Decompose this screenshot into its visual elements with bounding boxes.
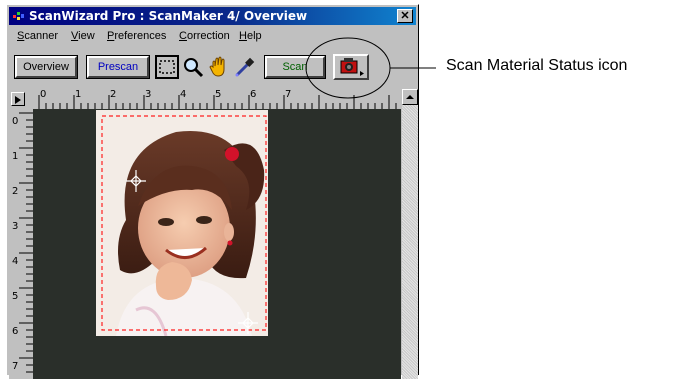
menu-view[interactable]: View	[71, 30, 95, 42]
h-ruler-label: 6	[250, 89, 257, 100]
menu-correction-label: orrection	[186, 30, 230, 42]
h-ruler-label: 5	[215, 89, 222, 100]
horizontal-ruler: 0 1 2 3 4 5 6 7	[9, 89, 401, 109]
close-button[interactable]: ✕	[397, 9, 413, 23]
menu-help[interactable]: Help	[239, 30, 262, 42]
vertical-scrollbar[interactable]	[402, 89, 418, 379]
callout-label: Scan Material Status icon	[446, 57, 628, 74]
v-ruler-label: 0	[12, 116, 19, 127]
menu-help-mnemonic: H	[239, 30, 247, 42]
pan-tool[interactable]	[207, 55, 231, 79]
zoom-tool[interactable]	[181, 55, 205, 79]
window-title: ScanWizard Pro : ScanMaker 4/ Overview	[29, 9, 308, 23]
selection-frame-icon	[159, 60, 175, 74]
h-ruler-label: 2	[110, 89, 117, 100]
selection-tool[interactable]	[155, 55, 179, 79]
menu-scanner-label: canner	[24, 30, 58, 42]
v-ruler-label: 6	[12, 326, 19, 337]
h-ruler-label: 0	[40, 89, 47, 100]
menu-bar: Scanner View Preferences Correction Help	[9, 27, 416, 45]
toolbar: Overview Prescan Scan	[9, 47, 416, 85]
scan-button[interactable]: Scan	[264, 55, 326, 79]
app-icon	[13, 12, 24, 20]
menu-correction-mnemonic: C	[179, 30, 187, 42]
arrow-up-icon	[406, 95, 414, 99]
h-ruler-label: 3	[145, 89, 152, 100]
vertical-ruler: 0 1 2 3 4 5 6 7	[9, 109, 33, 379]
close-icon: ✕	[400, 10, 410, 22]
v-ruler-label: 7	[12, 361, 19, 372]
h-ruler-label: 1	[75, 89, 82, 100]
h-ruler-label: 4	[180, 89, 187, 100]
v-ruler-label: 5	[12, 291, 19, 302]
menu-scanner[interactable]: Scanner	[17, 30, 58, 42]
menu-correction[interactable]: Correction	[179, 30, 230, 42]
horizontal-ruler-ticks	[38, 95, 397, 109]
v-ruler-label: 4	[12, 256, 19, 267]
hand-icon	[209, 56, 225, 77]
scroll-up-button[interactable]	[402, 89, 418, 105]
menu-preferences-label: references	[114, 30, 167, 42]
h-ruler-label: 7	[285, 89, 292, 100]
eyedropper-tool[interactable]	[233, 55, 257, 79]
eyedropper-icon	[235, 57, 255, 77]
scan-material-status-button[interactable]	[333, 54, 369, 80]
prescan-preview-image[interactable]	[96, 110, 268, 337]
menu-help-label: elp	[246, 30, 262, 42]
title-bar[interactable]: ScanWizard Pro : ScanMaker 4/ Overview ✕	[9, 7, 416, 25]
v-ruler-label: 1	[12, 151, 19, 162]
child-photo	[96, 110, 268, 337]
v-ruler-label: 3	[12, 221, 19, 232]
menu-preferences[interactable]: Preferences	[107, 30, 166, 42]
scan-material-status-icon	[340, 58, 364, 76]
prescan-button[interactable]: Prescan	[86, 55, 150, 79]
magnifier-icon	[184, 58, 204, 78]
menu-view-label: iew	[78, 30, 95, 42]
overview-button[interactable]: Overview	[14, 55, 78, 79]
vertical-ruler-ticks	[19, 112, 33, 373]
v-ruler-label: 2	[12, 186, 19, 197]
